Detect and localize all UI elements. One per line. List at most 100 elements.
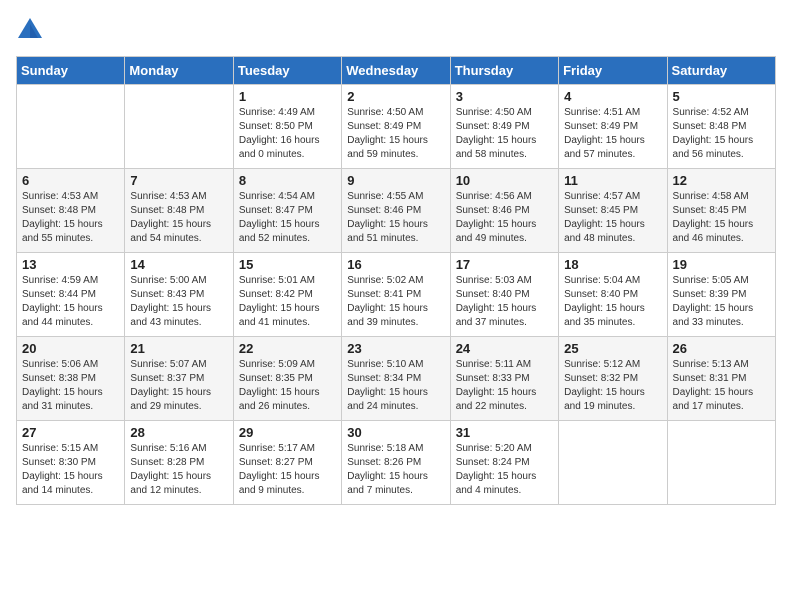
day-info: Sunrise: 5:09 AM Sunset: 8:35 PM Dayligh…: [239, 358, 336, 414]
calendar-cell: [125, 85, 233, 169]
day-info: Sunrise: 4:59 AM Sunset: 8:44 PM Dayligh…: [22, 274, 119, 330]
calendar-cell: 10 Sunrise: 4:56 AM Sunset: 8:46 PM Dayli…: [450, 169, 558, 253]
calendar-cell: [559, 421, 667, 505]
day-number: 9: [347, 173, 444, 188]
day-number: 30: [347, 425, 444, 440]
day-number: 14: [130, 257, 227, 272]
day-number: 25: [564, 341, 661, 356]
day-info: Sunrise: 4:52 AM Sunset: 8:48 PM Dayligh…: [673, 106, 770, 162]
calendar-week-row: 20 Sunrise: 5:06 AM Sunset: 8:38 PM Dayli…: [17, 337, 776, 421]
calendar-cell: 25 Sunrise: 5:12 AM Sunset: 8:32 PM Dayli…: [559, 337, 667, 421]
day-number: 2: [347, 89, 444, 104]
weekday-header-wednesday: Wednesday: [342, 57, 450, 85]
day-number: 3: [456, 89, 553, 104]
weekday-header-monday: Monday: [125, 57, 233, 85]
day-info: Sunrise: 4:56 AM Sunset: 8:46 PM Dayligh…: [456, 190, 553, 246]
day-number: 27: [22, 425, 119, 440]
calendar-week-row: 13 Sunrise: 4:59 AM Sunset: 8:44 PM Dayli…: [17, 253, 776, 337]
day-info: Sunrise: 5:07 AM Sunset: 8:37 PM Dayligh…: [130, 358, 227, 414]
calendar-cell: 20 Sunrise: 5:06 AM Sunset: 8:38 PM Dayli…: [17, 337, 125, 421]
calendar-cell: [17, 85, 125, 169]
day-info: Sunrise: 5:02 AM Sunset: 8:41 PM Dayligh…: [347, 274, 444, 330]
day-info: Sunrise: 4:53 AM Sunset: 8:48 PM Dayligh…: [22, 190, 119, 246]
calendar-cell: 28Sunrise: 5:16 AM Sunset: 8:28 PM Dayli…: [125, 421, 233, 505]
day-number: 29: [239, 425, 336, 440]
day-number: 1: [239, 89, 336, 104]
calendar-cell: 6 Sunrise: 4:53 AM Sunset: 8:48 PM Daylig…: [17, 169, 125, 253]
calendar-cell: 23 Sunrise: 5:10 AM Sunset: 8:34 PM Dayli…: [342, 337, 450, 421]
calendar-cell: 5 Sunrise: 4:52 AM Sunset: 8:48 PM Daylig…: [667, 85, 775, 169]
day-number: 7: [130, 173, 227, 188]
day-info: Sunrise: 5:06 AM Sunset: 8:38 PM Dayligh…: [22, 358, 119, 414]
calendar-cell: 15 Sunrise: 5:01 AM Sunset: 8:42 PM Dayli…: [233, 253, 341, 337]
calendar-cell: 7Sunrise: 4:53 AM Sunset: 8:48 PM Daylig…: [125, 169, 233, 253]
day-info: Sunrise: 4:49 AM Sunset: 8:50 PM Dayligh…: [239, 106, 336, 162]
day-number: 19: [673, 257, 770, 272]
calendar-cell: 27 Sunrise: 5:15 AM Sunset: 8:30 PM Dayli…: [17, 421, 125, 505]
day-number: 28: [130, 425, 227, 440]
day-number: 4: [564, 89, 661, 104]
calendar-cell: 29 Sunrise: 5:17 AM Sunset: 8:27 PM Dayli…: [233, 421, 341, 505]
weekday-header-friday: Friday: [559, 57, 667, 85]
calendar-cell: 19 Sunrise: 5:05 AM Sunset: 8:39 PM Dayli…: [667, 253, 775, 337]
day-number: 20: [22, 341, 119, 356]
day-info: Sunrise: 5:17 AM Sunset: 8:27 PM Dayligh…: [239, 442, 336, 498]
calendar-cell: 1 Sunrise: 4:49 AM Sunset: 8:50 PM Daylig…: [233, 85, 341, 169]
calendar-cell: 9 Sunrise: 4:55 AM Sunset: 8:46 PM Daylig…: [342, 169, 450, 253]
day-info: Sunrise: 5:20 AM Sunset: 8:24 PM Dayligh…: [456, 442, 553, 498]
day-info: Sunrise: 4:51 AM Sunset: 8:49 PM Dayligh…: [564, 106, 661, 162]
day-info: Sunrise: 4:50 AM Sunset: 8:49 PM Dayligh…: [456, 106, 553, 162]
day-info: Sunrise: 5:18 AM Sunset: 8:26 PM Dayligh…: [347, 442, 444, 498]
weekday-header-sunday: Sunday: [17, 57, 125, 85]
generalblue-logo-icon: [16, 16, 44, 44]
day-number: 6: [22, 173, 119, 188]
day-info: Sunrise: 4:58 AM Sunset: 8:45 PM Dayligh…: [673, 190, 770, 246]
day-number: 21: [130, 341, 227, 356]
weekday-header-saturday: Saturday: [667, 57, 775, 85]
calendar-cell: 8Sunrise: 4:54 AM Sunset: 8:47 PM Daylig…: [233, 169, 341, 253]
day-number: 10: [456, 173, 553, 188]
calendar-header-row: SundayMondayTuesdayWednesdayThursdayFrid…: [17, 57, 776, 85]
calendar-week-row: 6 Sunrise: 4:53 AM Sunset: 8:48 PM Daylig…: [17, 169, 776, 253]
day-info: Sunrise: 5:10 AM Sunset: 8:34 PM Dayligh…: [347, 358, 444, 414]
calendar-cell: 26Sunrise: 5:13 AM Sunset: 8:31 PM Dayli…: [667, 337, 775, 421]
calendar-week-row: 27 Sunrise: 5:15 AM Sunset: 8:30 PM Dayli…: [17, 421, 776, 505]
day-number: 5: [673, 89, 770, 104]
calendar-cell: 21 Sunrise: 5:07 AM Sunset: 8:37 PM Dayli…: [125, 337, 233, 421]
day-info: Sunrise: 5:05 AM Sunset: 8:39 PM Dayligh…: [673, 274, 770, 330]
day-number: 15: [239, 257, 336, 272]
day-info: Sunrise: 5:01 AM Sunset: 8:42 PM Dayligh…: [239, 274, 336, 330]
day-number: 22: [239, 341, 336, 356]
calendar-cell: 2 Sunrise: 4:50 AM Sunset: 8:49 PM Daylig…: [342, 85, 450, 169]
calendar-cell: 30 Sunrise: 5:18 AM Sunset: 8:26 PM Dayli…: [342, 421, 450, 505]
day-info: Sunrise: 5:12 AM Sunset: 8:32 PM Dayligh…: [564, 358, 661, 414]
page-header: [16, 16, 776, 44]
day-number: 16: [347, 257, 444, 272]
day-number: 18: [564, 257, 661, 272]
calendar-cell: 31Sunrise: 5:20 AM Sunset: 8:24 PM Dayli…: [450, 421, 558, 505]
calendar-cell: 22 Sunrise: 5:09 AM Sunset: 8:35 PM Dayli…: [233, 337, 341, 421]
day-number: 17: [456, 257, 553, 272]
day-number: 13: [22, 257, 119, 272]
day-number: 8: [239, 173, 336, 188]
day-number: 23: [347, 341, 444, 356]
calendar-cell: 14Sunrise: 5:00 AM Sunset: 8:43 PM Dayli…: [125, 253, 233, 337]
day-number: 12: [673, 173, 770, 188]
day-info: Sunrise: 4:50 AM Sunset: 8:49 PM Dayligh…: [347, 106, 444, 162]
day-info: Sunrise: 5:03 AM Sunset: 8:40 PM Dayligh…: [456, 274, 553, 330]
day-info: Sunrise: 4:55 AM Sunset: 8:46 PM Dayligh…: [347, 190, 444, 246]
calendar-cell: [667, 421, 775, 505]
calendar-cell: 17 Sunrise: 5:03 AM Sunset: 8:40 PM Dayli…: [450, 253, 558, 337]
day-info: Sunrise: 5:15 AM Sunset: 8:30 PM Dayligh…: [22, 442, 119, 498]
calendar-table: SundayMondayTuesdayWednesdayThursdayFrid…: [16, 56, 776, 505]
day-info: Sunrise: 5:04 AM Sunset: 8:40 PM Dayligh…: [564, 274, 661, 330]
day-info: Sunrise: 4:57 AM Sunset: 8:45 PM Dayligh…: [564, 190, 661, 246]
calendar-cell: 3 Sunrise: 4:50 AM Sunset: 8:49 PM Daylig…: [450, 85, 558, 169]
calendar-cell: 24 Sunrise: 5:11 AM Sunset: 8:33 PM Dayli…: [450, 337, 558, 421]
logo: [16, 16, 48, 44]
calendar-cell: 4 Sunrise: 4:51 AM Sunset: 8:49 PM Daylig…: [559, 85, 667, 169]
day-number: 24: [456, 341, 553, 356]
day-number: 26: [673, 341, 770, 356]
day-info: Sunrise: 5:11 AM Sunset: 8:33 PM Dayligh…: [456, 358, 553, 414]
calendar-week-row: 1 Sunrise: 4:49 AM Sunset: 8:50 PM Daylig…: [17, 85, 776, 169]
